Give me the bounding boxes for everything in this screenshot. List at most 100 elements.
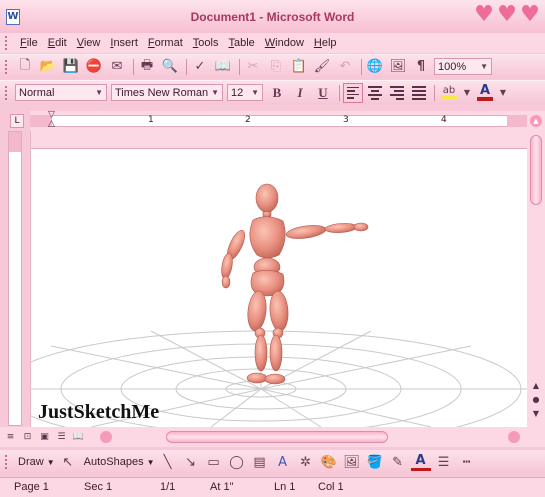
paste-icon[interactable]: 📋 bbox=[289, 57, 309, 77]
menu-insert[interactable]: Insert bbox=[105, 37, 143, 49]
clip-art-icon[interactable]: 🎨 bbox=[319, 452, 339, 472]
toolbar-grip[interactable] bbox=[5, 455, 9, 469]
align-right-button[interactable] bbox=[387, 83, 407, 103]
horizontal-scroll-thumb[interactable] bbox=[166, 431, 388, 443]
chevron-down-icon[interactable]: ▼ bbox=[499, 83, 507, 103]
fill-color-icon[interactable]: 🪣 bbox=[365, 452, 385, 472]
hyperlink-icon[interactable]: 🌐 bbox=[365, 57, 385, 77]
scroll-up-icon[interactable]: ▲ bbox=[530, 115, 542, 127]
dash-style-icon[interactable]: ┅ bbox=[457, 452, 477, 472]
picture-icon[interactable]: 🖼 bbox=[342, 452, 362, 472]
previous-page-icon[interactable]: ▲ bbox=[531, 381, 541, 391]
text-box-icon[interactable]: ▤ bbox=[250, 452, 270, 472]
toolbar-grip[interactable] bbox=[5, 36, 9, 50]
reading-layout-view-icon[interactable]: 📖 bbox=[72, 431, 85, 444]
tab-selector[interactable]: L bbox=[10, 114, 24, 128]
toolbar-grip[interactable] bbox=[5, 85, 9, 100]
watermark-text: JustSketchMe bbox=[38, 401, 160, 423]
research-icon[interactable]: 📖 bbox=[213, 57, 233, 77]
show-hide-icon[interactable]: ¶ bbox=[411, 57, 431, 77]
highlight-icon[interactable]: ab bbox=[438, 83, 460, 103]
permission-icon[interactable]: ⛔ bbox=[84, 57, 104, 77]
print-icon[interactable]: 🖶 bbox=[137, 57, 157, 77]
align-left-button[interactable] bbox=[343, 82, 363, 103]
menu-window[interactable]: Window bbox=[260, 37, 309, 49]
italic-button[interactable]: I bbox=[290, 83, 310, 103]
menu-view[interactable]: View bbox=[72, 37, 106, 49]
chevron-down-icon[interactable]: ▼ bbox=[463, 83, 471, 103]
toolbar-grip[interactable] bbox=[5, 59, 9, 74]
autoshapes-menu-button[interactable]: AutoShapes ▼ bbox=[81, 456, 158, 468]
font-color-icon[interactable]: A bbox=[474, 83, 496, 103]
normal-view-icon[interactable]: ≡ bbox=[4, 431, 17, 444]
drawing-toggle-icon[interactable]: 🖼 bbox=[388, 57, 408, 77]
zoom-select[interactable]: 100% ▼ bbox=[434, 58, 492, 75]
font-size-value: 12 bbox=[231, 86, 244, 99]
spelling-icon[interactable]: ✓ bbox=[190, 57, 210, 77]
rectangle-icon[interactable]: ▭ bbox=[204, 452, 224, 472]
horizontal-scrollbar[interactable] bbox=[100, 430, 520, 444]
oval-icon[interactable]: ◯ bbox=[227, 452, 247, 472]
horizontal-scrollbar-row: ≡ ⊡ ▣ ☰ 📖 bbox=[0, 427, 545, 447]
drawing-toolbar: Draw ▼ ↖ AutoShapes ▼ ╲ ↘ ▭ ◯ ▤ A ✲ 🎨 🖼 … bbox=[0, 450, 545, 474]
print-preview-icon[interactable]: 🔍 bbox=[160, 57, 180, 77]
menu-edit[interactable]: Edit bbox=[43, 37, 72, 49]
undo-icon[interactable]: ↶ bbox=[335, 57, 355, 77]
save-icon[interactable]: 💾 bbox=[61, 57, 81, 77]
status-line: Ln 1 bbox=[274, 481, 296, 493]
bold-button[interactable]: B bbox=[267, 83, 287, 103]
ruler-number: 4 bbox=[441, 115, 447, 125]
maximize-heart-icon[interactable]: ♥ bbox=[496, 4, 518, 26]
underline-button[interactable]: U bbox=[313, 83, 333, 103]
vertical-scrollbar[interactable]: ▲ ▲ ● ▼ bbox=[527, 111, 545, 427]
copy-icon[interactable]: ⎘ bbox=[266, 57, 286, 77]
select-browse-object-icon[interactable]: ● bbox=[531, 395, 541, 405]
chevron-down-icon: ▼ bbox=[480, 62, 488, 71]
cut-icon[interactable]: ✂ bbox=[243, 57, 263, 77]
indent-marker-icon[interactable]: ▽ △ bbox=[48, 111, 55, 129]
font-size-select[interactable]: 12 ▼ bbox=[227, 84, 263, 101]
chevron-down-icon: ▼ bbox=[251, 88, 259, 97]
line-style-icon[interactable]: ☰ bbox=[434, 452, 454, 472]
vertical-ruler[interactable] bbox=[8, 131, 22, 426]
print-layout-view-icon[interactable]: ▣ bbox=[38, 431, 51, 444]
web-layout-view-icon[interactable]: ⊡ bbox=[21, 431, 34, 444]
scroll-right-icon[interactable] bbox=[508, 431, 520, 443]
draw-font-color-icon[interactable]: A bbox=[410, 453, 431, 471]
chevron-down-icon: ▼ bbox=[46, 458, 55, 467]
menu-tools[interactable]: Tools bbox=[188, 37, 224, 49]
draw-menu-button[interactable]: Draw ▼ bbox=[15, 456, 58, 468]
ruler-number: 3 bbox=[343, 115, 349, 125]
separator bbox=[239, 58, 240, 75]
separator bbox=[361, 58, 362, 75]
formatting-toolbar: Normal ▼ Times New Roman ▼ 12 ▼ B I U ab… bbox=[0, 80, 545, 104]
next-page-icon[interactable]: ▼ bbox=[531, 409, 541, 419]
new-doc-icon[interactable]: 🗋 bbox=[15, 57, 35, 77]
minimize-heart-icon[interactable]: ♥ bbox=[473, 4, 495, 26]
horizontal-ruler[interactable]: ▽ △ 1 2 3 4 bbox=[30, 111, 527, 131]
align-center-button[interactable] bbox=[365, 83, 385, 103]
arrow-icon[interactable]: ↘ bbox=[181, 452, 201, 472]
diagram-icon[interactable]: ✲ bbox=[296, 452, 316, 472]
separator bbox=[133, 58, 134, 75]
scroll-left-icon[interactable] bbox=[100, 431, 112, 443]
select-objects-icon[interactable]: ↖ bbox=[58, 452, 78, 472]
window-controls: ♥ ♥ ♥ bbox=[473, 4, 541, 26]
wordart-icon[interactable]: A bbox=[273, 452, 293, 472]
vertical-scroll-thumb[interactable] bbox=[530, 135, 542, 205]
menu-table[interactable]: Table bbox=[223, 37, 259, 49]
style-select[interactable]: Normal ▼ bbox=[15, 84, 107, 101]
format-painter-icon[interactable]: 🖌 bbox=[312, 57, 332, 77]
menu-format[interactable]: Format bbox=[143, 37, 188, 49]
open-icon[interactable]: 📂 bbox=[38, 57, 58, 77]
close-heart-icon[interactable]: ♥ bbox=[519, 4, 541, 26]
justify-button[interactable] bbox=[409, 83, 429, 103]
email-icon[interactable]: ✉ bbox=[107, 57, 127, 77]
menu-help[interactable]: Help bbox=[309, 37, 342, 49]
line-color-icon[interactable]: ✎ bbox=[388, 452, 408, 472]
menu-file[interactable]: File bbox=[15, 37, 43, 49]
document-page[interactable] bbox=[30, 131, 527, 427]
font-select[interactable]: Times New Roman ▼ bbox=[111, 84, 223, 101]
outline-view-icon[interactable]: ☰ bbox=[55, 431, 68, 444]
line-icon[interactable]: ╲ bbox=[158, 452, 178, 472]
